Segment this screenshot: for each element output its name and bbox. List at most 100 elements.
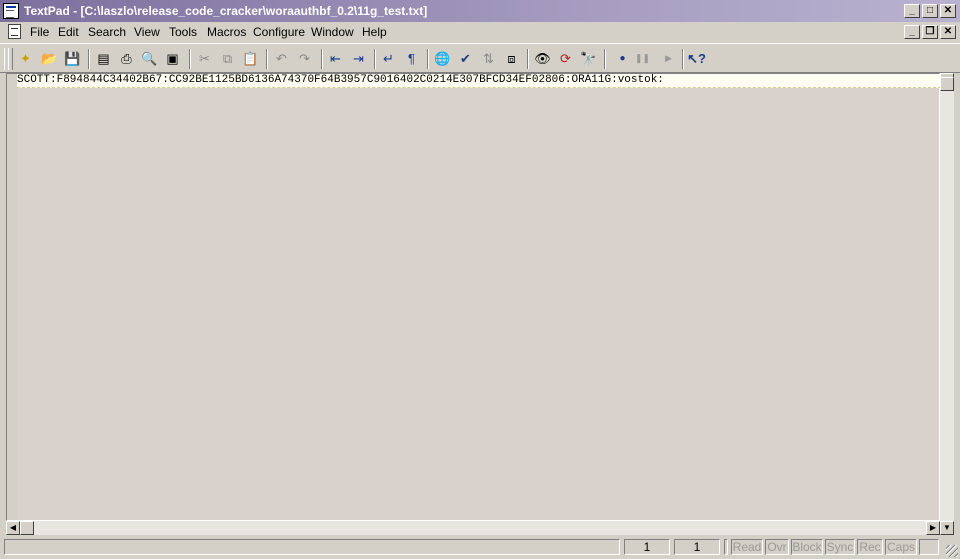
increase-indent-icon: ⇥ <box>353 51 364 66</box>
print-button[interactable]: ⎙ <box>118 50 135 67</box>
status-record-indicator: Rec <box>857 539 883 555</box>
open-folder-icon: 📂 <box>41 51 58 66</box>
open-file-button[interactable]: 📂 <box>41 50 58 67</box>
replace-icon: ⟳ <box>560 51 571 66</box>
print-icon: ⎙ <box>121 51 132 66</box>
copy-button[interactable]: ⧉ <box>219 50 236 67</box>
toolbar-separator <box>682 49 684 69</box>
undo-button[interactable]: ↶ <box>273 50 290 67</box>
word-wrap-button[interactable]: ↵ <box>380 50 397 67</box>
context-help-button[interactable]: ↖? <box>687 50 706 67</box>
document-minimize-button[interactable]: _ <box>904 25 920 39</box>
find-button[interactable]: 👁 <box>534 50 551 67</box>
status-message-panel <box>4 539 620 555</box>
workspace-button[interactable]: ▣ <box>164 50 181 67</box>
web-browser-icon: 🌐 <box>434 51 451 66</box>
scroll-left-button[interactable]: ◀ <box>6 521 20 535</box>
text-editor[interactable]: SCOTT:F894844C34402B67:CC92BE1125BD6136A… <box>6 73 941 521</box>
visible-spaces-button[interactable]: ¶ <box>403 50 420 67</box>
document-close-button[interactable]: ✕ <box>940 25 956 39</box>
undo-icon: ↶ <box>276 51 287 66</box>
find-in-files-icon: 🔭 <box>580 51 597 66</box>
menu-help[interactable]: Help <box>362 25 387 39</box>
minimize-button[interactable]: _ <box>904 4 920 18</box>
context-help-icon: ↖? <box>687 51 706 66</box>
status-bar: 1 1 Read Ovr Block Sync Rec Caps <box>0 537 960 559</box>
status-spacer <box>724 539 728 555</box>
pause-macro-button[interactable]: ❚❚ <box>634 50 651 67</box>
resize-grip[interactable] <box>946 545 958 557</box>
new-file-icon: ✦ <box>20 51 31 66</box>
replace-button[interactable]: ⟳ <box>557 50 574 67</box>
toolbar-separator <box>374 49 376 69</box>
compare-button[interactable]: ⧈ <box>503 50 520 67</box>
document-restore-button[interactable]: ❐ <box>922 25 938 39</box>
play-macro-button[interactable]: ▶ <box>660 50 677 67</box>
increase-indent-button[interactable]: ⇥ <box>350 50 367 67</box>
manage-files-icon: ▤ <box>97 51 110 66</box>
vertical-scrollbar[interactable] <box>940 73 954 521</box>
status-line-number: 1 <box>624 539 670 555</box>
menu-view[interactable]: View <box>134 25 160 39</box>
status-column-number: 1 <box>674 539 720 555</box>
redo-icon: ↷ <box>299 51 310 66</box>
paste-button[interactable]: 📋 <box>242 50 259 67</box>
horizontal-scrollbar[interactable]: ◀ ▶ <box>6 521 940 535</box>
menu-file[interactable]: File <box>30 25 49 39</box>
scroll-right-button[interactable]: ▶ <box>926 521 940 535</box>
decrease-indent-button[interactable]: ⇤ <box>327 50 344 67</box>
cut-button[interactable]: ✂ <box>196 50 213 67</box>
workspace-icon: ▣ <box>166 51 179 66</box>
find-icon: 👁 <box>534 51 551 66</box>
textpad-app-icon[interactable] <box>3 3 19 19</box>
redo-button[interactable]: ↷ <box>296 50 313 67</box>
menu-tools[interactable]: Tools <box>169 25 197 39</box>
compare-icon: ⧈ <box>507 51 516 66</box>
web-browser-button[interactable]: 🌐 <box>434 50 451 67</box>
spell-check-icon: ✔ <box>460 51 471 66</box>
status-extra-panel <box>919 539 939 555</box>
new-file-button[interactable]: ✦ <box>17 50 34 67</box>
save-button[interactable]: 💾 <box>64 50 81 67</box>
record-macro-button[interactable]: ● <box>614 50 631 67</box>
menu-search[interactable]: Search <box>88 25 126 39</box>
status-read-indicator[interactable]: Read <box>731 539 763 555</box>
scrollbar-corner: ▼ <box>940 521 954 535</box>
menu-configure[interactable]: Configure <box>253 25 305 39</box>
print-preview-button[interactable]: 🔍 <box>141 50 158 67</box>
status-block-indicator[interactable]: Block <box>791 539 823 555</box>
find-in-files-button[interactable]: 🔭 <box>580 50 597 67</box>
pause-macro-icon: ❚❚ <box>634 53 651 63</box>
play-macro-icon: ▶ <box>665 53 672 63</box>
document-icon[interactable] <box>8 24 21 39</box>
editor-line-1[interactable]: SCOTT:F894844C34402B67:CC92BE1125BD6136A… <box>17 74 941 88</box>
vertical-scroll-thumb[interactable] <box>940 77 954 91</box>
menu-edit[interactable]: Edit <box>58 25 79 39</box>
manage-files-button[interactable]: ▤ <box>95 50 112 67</box>
toolbar-separator <box>189 49 191 69</box>
spell-check-button[interactable]: ✔ <box>457 50 474 67</box>
window-title: TextPad - [C:\laszlo\release_code_cracke… <box>24 4 428 18</box>
decrease-indent-icon: ⇤ <box>330 51 341 66</box>
status-overwrite-indicator[interactable]: Ovr <box>765 539 789 555</box>
record-macro-icon: ● <box>619 52 626 64</box>
horizontal-scroll-thumb[interactable] <box>20 521 34 535</box>
sort-icon: ⇅ <box>483 51 494 66</box>
print-preview-icon: 🔍 <box>141 51 158 66</box>
editor-gutter[interactable] <box>7 74 17 520</box>
close-button[interactable]: ✕ <box>940 4 956 18</box>
toolbar-separator <box>604 49 606 69</box>
status-sync-indicator[interactable]: Sync <box>825 539 855 555</box>
menu-window[interactable]: Window <box>311 25 354 39</box>
title-bar[interactable]: TextPad - [C:\laszlo\release_code_cracke… <box>0 0 960 22</box>
menu-macros[interactable]: Macros <box>207 25 246 39</box>
toolbar-separator <box>527 49 529 69</box>
toolbar: ✦ 📂 💾 ▤ ⎙ 🔍 ▣ ✂ ⧉ 📋 ↶ ↷ ⇤ ⇥ ↵ ¶ 🌐 ✔ ⇅ ⧈ … <box>0 43 960 73</box>
toolbar-separator <box>266 49 268 69</box>
scroll-down-button[interactable]: ▼ <box>940 521 954 535</box>
menu-bar: File Edit Search View Tools Macros Confi… <box>0 22 960 42</box>
toolbar-separator <box>88 49 90 69</box>
maximize-button[interactable]: □ <box>922 4 938 18</box>
toolbar-grip[interactable] <box>8 48 13 70</box>
sort-button[interactable]: ⇅ <box>480 50 497 67</box>
